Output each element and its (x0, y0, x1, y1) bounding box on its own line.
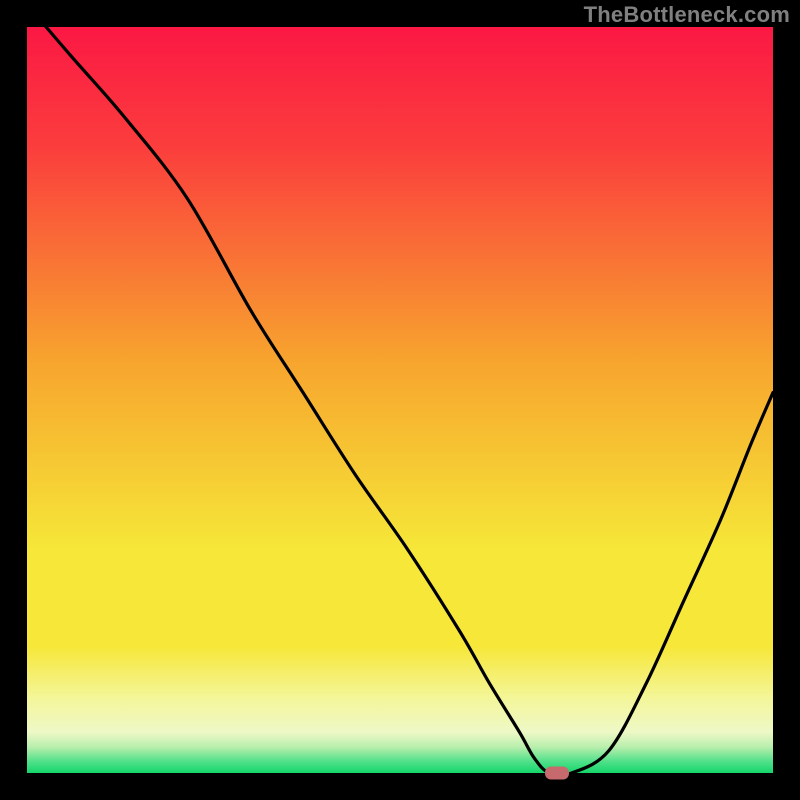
heat-gradient (27, 27, 773, 773)
plot-area (27, 27, 773, 773)
optimal-point-marker (545, 767, 569, 780)
chart-frame: TheBottleneck.com (0, 0, 800, 800)
watermark-text: TheBottleneck.com (584, 2, 790, 28)
